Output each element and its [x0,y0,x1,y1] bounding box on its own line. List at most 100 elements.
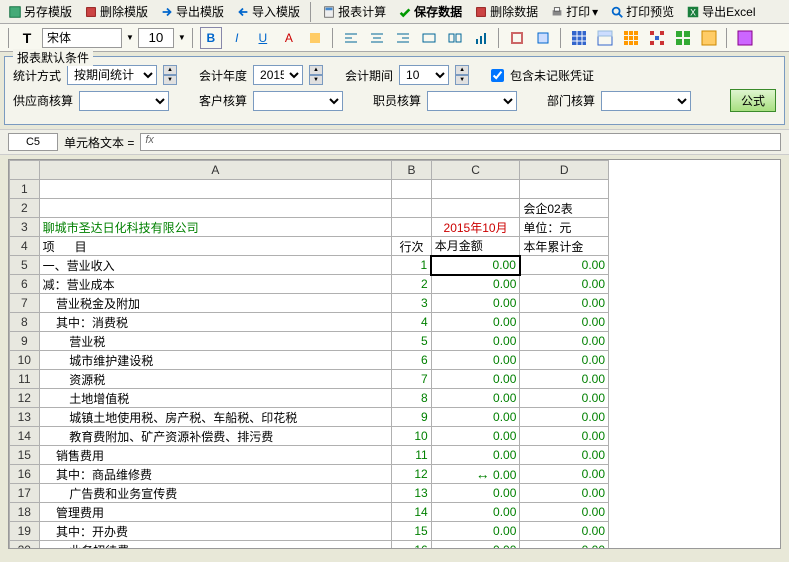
month-amount-cell[interactable]: 0.00 [431,522,520,541]
font-color-icon[interactable]: A [278,27,300,49]
row-header[interactable]: 7 [10,294,40,313]
align-right-icon[interactable] [392,27,414,49]
year-select[interactable]: 2015 [253,65,303,85]
item-cell[interactable]: 营业税 [39,332,392,351]
year-amount-cell[interactable]: 0.00 [520,256,609,275]
split-icon[interactable] [444,27,466,49]
item-cell[interactable]: 其中：开办费 [39,522,392,541]
row-header[interactable]: 20 [10,541,40,550]
seq-cell[interactable]: 12 [392,465,432,484]
item-cell[interactable]: 资源税 [39,370,392,389]
grid6-icon[interactable] [698,27,720,49]
year-amount-cell[interactable]: 0.00 [520,389,609,408]
align-center-icon[interactable] [366,27,388,49]
delete-data-button[interactable]: 删除数据 [470,2,542,21]
delete-template-button[interactable]: 删除模版 [80,2,152,21]
month-amount-cell[interactable]: 0.00 [431,389,520,408]
header-cell[interactable]: 项 目 [39,237,392,256]
year-amount-cell[interactable]: 0.00 [520,541,609,550]
font-icon[interactable]: T [16,27,38,49]
item-cell[interactable]: 营业税金及附加 [39,294,392,313]
bold-icon[interactable]: B [200,27,222,49]
col-header-d[interactable]: D [520,161,609,180]
grid7-icon[interactable] [734,27,756,49]
row-header[interactable]: 17 [10,484,40,503]
seq-cell[interactable]: 4 [392,313,432,332]
grid1-icon[interactable] [568,27,590,49]
cell[interactable] [392,180,432,199]
seq-cell[interactable]: 16 [392,541,432,550]
cell[interactable] [520,180,609,199]
row-header[interactable]: 2 [10,199,40,218]
row-header[interactable]: 14 [10,427,40,446]
year-spin[interactable]: ▲▼ [309,65,323,85]
year-amount-cell[interactable]: 0.00 [520,294,609,313]
cell[interactable] [39,180,392,199]
item-cell[interactable]: 其中：商品维修费 [39,465,392,484]
grid5-icon[interactable] [672,27,694,49]
save-data-button[interactable]: 保存数据 [394,2,466,21]
font-size-select[interactable] [138,28,174,48]
seq-cell[interactable]: 1 [392,256,432,275]
underline-icon[interactable]: U [252,27,274,49]
print-preview-button[interactable]: 打印预览 [606,2,678,21]
dept-select[interactable] [601,91,691,111]
grid4-icon[interactable] [646,27,668,49]
staff-select[interactable] [427,91,517,111]
month-amount-cell[interactable]: 0.00 [431,256,520,275]
print-button[interactable]: 打印 ▾ [546,2,602,21]
corner-cell[interactable] [10,161,40,180]
seq-cell[interactable]: 9 [392,408,432,427]
cell[interactable] [392,199,432,218]
italic-icon[interactable]: I [226,27,248,49]
row-header[interactable]: 13 [10,408,40,427]
cell-address-input[interactable] [8,133,58,151]
month-amount-cell[interactable]: 0.00 [431,313,520,332]
row-header[interactable]: 19 [10,522,40,541]
year-amount-cell[interactable]: 0.00 [520,503,609,522]
export-template-button[interactable]: 导出模版 [156,2,228,21]
include-unposted-checkbox[interactable] [491,69,504,82]
month-amount-cell[interactable]: 0.00 [431,294,520,313]
col-header-b[interactable]: B [392,161,432,180]
date-cell[interactable]: 2015年10月 [431,218,520,237]
month-amount-cell[interactable]: 0.00 [431,503,520,522]
col-header-a[interactable]: A [39,161,392,180]
year-amount-cell[interactable]: 0.00 [520,332,609,351]
row-header[interactable]: 16 [10,465,40,484]
cell[interactable]: 会企02表 [520,199,609,218]
row-header[interactable]: 15 [10,446,40,465]
customer-select[interactable] [253,91,343,111]
header-cell[interactable]: 本月金额 [431,237,520,256]
row-header[interactable]: 12 [10,389,40,408]
month-amount-cell[interactable]: 0.00 [431,370,520,389]
year-amount-cell[interactable]: 0.00 [520,446,609,465]
item-cell[interactable]: 城市维护建设税 [39,351,392,370]
cell[interactable] [39,199,392,218]
grid2-icon[interactable] [594,27,616,49]
item-cell[interactable]: 管理费用 [39,503,392,522]
header-cell[interactable]: 行次 [392,237,432,256]
fill-color-icon[interactable] [304,27,326,49]
month-amount-cell[interactable]: 0.00 [431,446,520,465]
row-header[interactable]: 8 [10,313,40,332]
seq-cell[interactable]: 15 [392,522,432,541]
year-amount-cell[interactable]: 0.00 [520,313,609,332]
item-cell[interactable]: 教育费附加、矿产资源补偿费、排污费 [39,427,392,446]
seq-cell[interactable]: 14 [392,503,432,522]
cell[interactable] [392,218,432,237]
import-template-button[interactable]: 导入模版 [232,2,304,21]
formula-input[interactable]: fx [140,133,781,151]
col-header-c[interactable]: C [431,161,520,180]
save-template-button[interactable]: 另存模版 [4,2,76,21]
spreadsheet[interactable]: A B C D 12会企02表3聊城市圣达日化科技有限公司2015年10月单位：… [8,159,781,549]
seq-cell[interactable]: 6 [392,351,432,370]
item-cell[interactable]: 城镇土地使用税、房产税、车船税、印花税 [39,408,392,427]
item-cell[interactable]: 一、营业收入 [39,256,392,275]
item-cell[interactable]: 减：营业成本 [39,275,392,294]
company-cell[interactable]: 聊城市圣达日化科技有限公司 [39,218,392,237]
row-header[interactable]: 5 [10,256,40,275]
item-cell[interactable]: 广告费和业务宣传费 [39,484,392,503]
year-amount-cell[interactable]: 0.00 [520,522,609,541]
calculate-button[interactable]: 报表计算 [318,2,390,21]
